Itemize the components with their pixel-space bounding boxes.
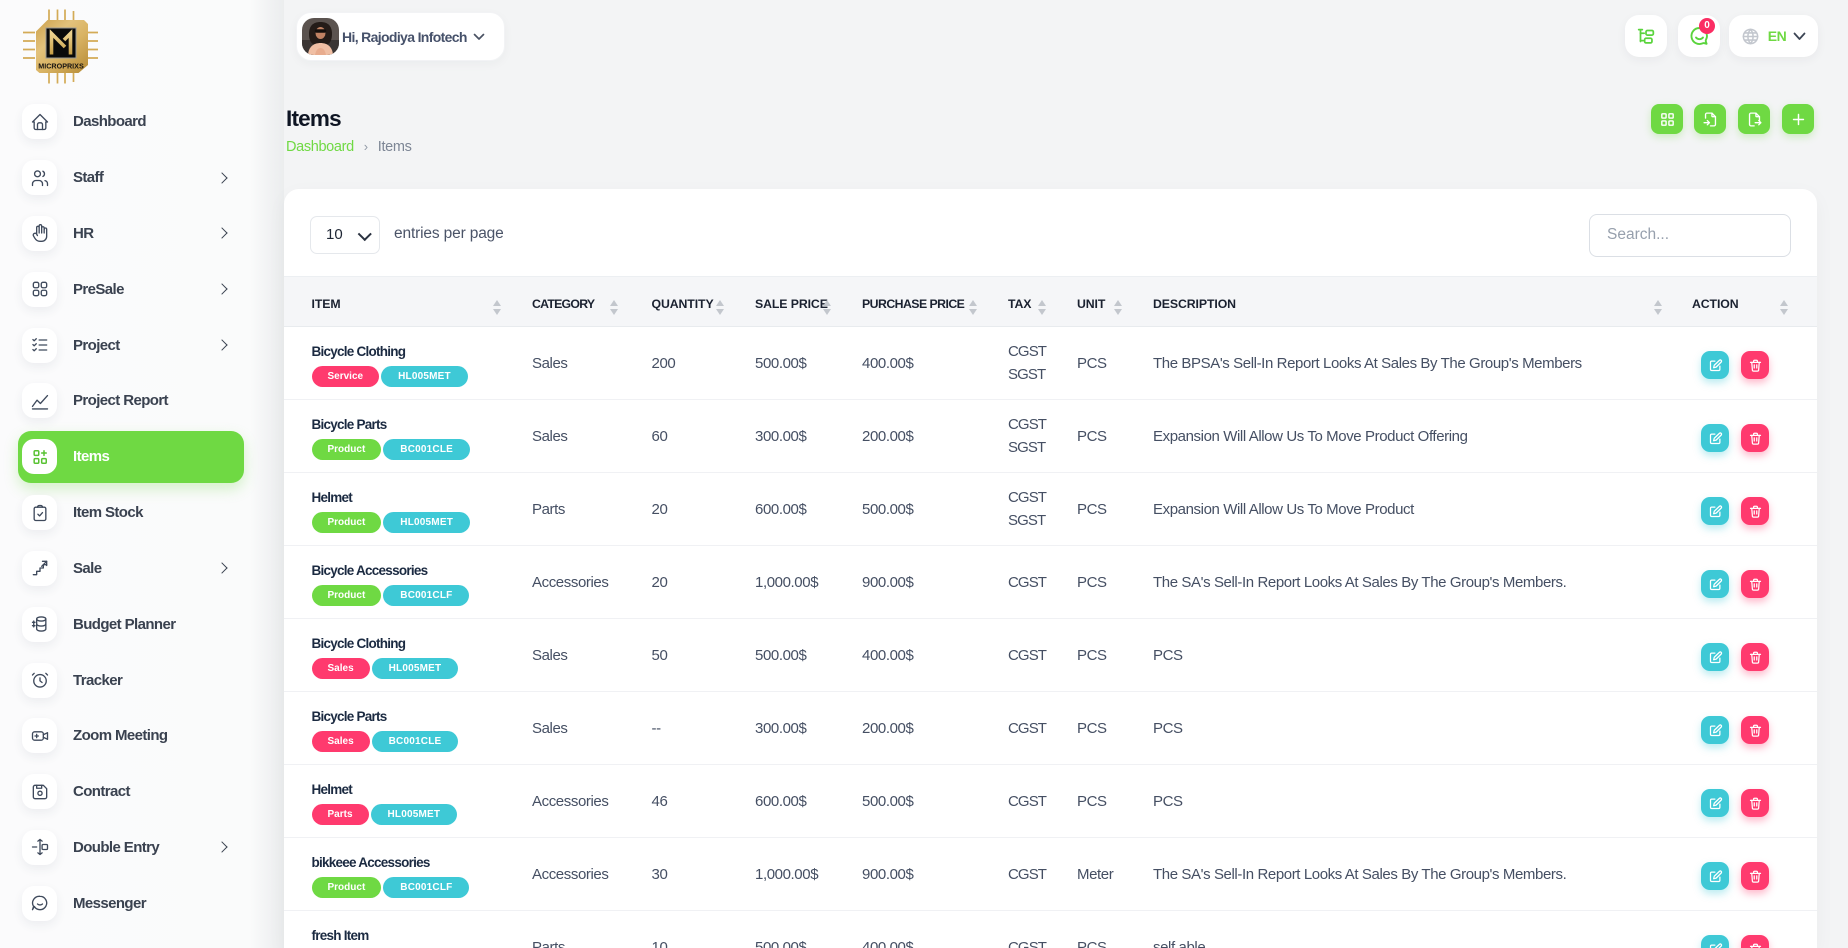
svg-text:MICROPRIXS: MICROPRIXS [38,62,84,71]
